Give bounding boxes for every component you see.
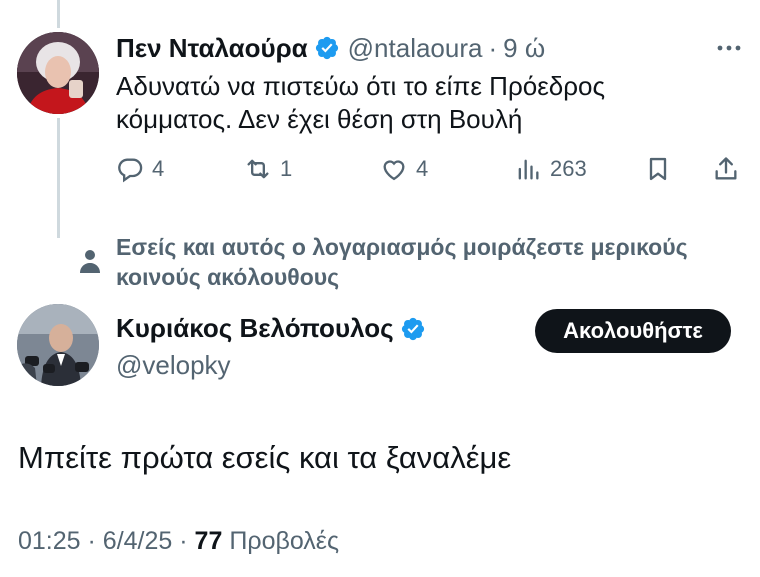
main-views-label: Προβολές (229, 527, 339, 555)
reply-author-handle[interactable]: @ntalaoura (348, 33, 483, 64)
tweet-meta: 01:25 · 6/4/25 · 77 Προβολές (18, 527, 339, 556)
person-icon (80, 250, 100, 273)
main-date[interactable]: 6/4/25 (103, 527, 173, 555)
view-count: 263 (550, 156, 587, 181)
social-context-line2: κοινούς ακόλουθους (116, 264, 340, 290)
social-context-text: Εσείς και αυτός ο λογαριασμός μοιράζεστε… (116, 232, 756, 292)
reply-button[interactable]: 4 (116, 152, 164, 186)
like-button[interactable]: 4 (380, 152, 428, 186)
main-author-row: Κυριάκος Βελόπουλος (116, 313, 434, 344)
reply-timestamp[interactable]: 9 ώ (503, 33, 545, 64)
analytics-icon (518, 159, 539, 180)
bookmark-button[interactable] (644, 152, 680, 186)
main-views-count: 77 (194, 527, 223, 555)
bookmark-icon (649, 157, 667, 181)
main-author-handle[interactable]: @velopky (116, 350, 231, 381)
follow-button[interactable]: Ακολουθήστε (535, 309, 731, 353)
separator-dot: · (488, 32, 498, 63)
main-author-name[interactable]: Κυριάκος Βελόπουλος (116, 313, 394, 344)
thread-line-connector (57, 118, 60, 238)
reply-count: 4 (152, 156, 165, 181)
like-count: 4 (416, 156, 429, 181)
verified-badge-icon (401, 317, 424, 340)
share-icon (715, 157, 737, 180)
avatar[interactable] (17, 304, 99, 386)
heart-icon (383, 160, 405, 181)
comment-icon (118, 158, 143, 183)
thread-line-top (57, 0, 60, 28)
views-button[interactable]: 263 (514, 152, 587, 186)
social-context-line1: Εσείς και αυτός ο λογαριασμός μοιράζεστε… (116, 234, 688, 260)
repost-button[interactable]: 1 (244, 152, 292, 186)
avatar[interactable] (17, 32, 99, 114)
reply-author-name[interactable]: Πεν Νταλαούρα (116, 33, 308, 64)
verified-badge-icon (315, 36, 338, 60)
more-horizontal-icon[interactable] (714, 38, 744, 58)
reply-text-line1: Αδυνατώ να πιστεύω ότι το είπε Πρόεδρος (116, 71, 606, 101)
main-tweet-text: Μπείτε πρώτα εσείς και τα ξαναλέμε (18, 440, 512, 475)
reply-header: Πεν Νταλαούρα @ntalaoura · 9 ώ (116, 32, 545, 64)
repost-icon (247, 159, 269, 179)
reply-text-line2: κόμματος. Δεν έχει θέση στη Βουλή (116, 104, 523, 134)
main-time[interactable]: 01:25 (18, 527, 81, 555)
separator-dot: · (87, 527, 96, 555)
share-button[interactable] (712, 152, 748, 186)
reply-action-bar: 4 1 4 263 (116, 152, 746, 186)
repost-count: 1 (280, 156, 293, 181)
separator-dot: · (179, 527, 188, 555)
reply-text: Αδυνατώ να πιστεύω ότι το είπε Πρόεδρος … (116, 70, 736, 136)
